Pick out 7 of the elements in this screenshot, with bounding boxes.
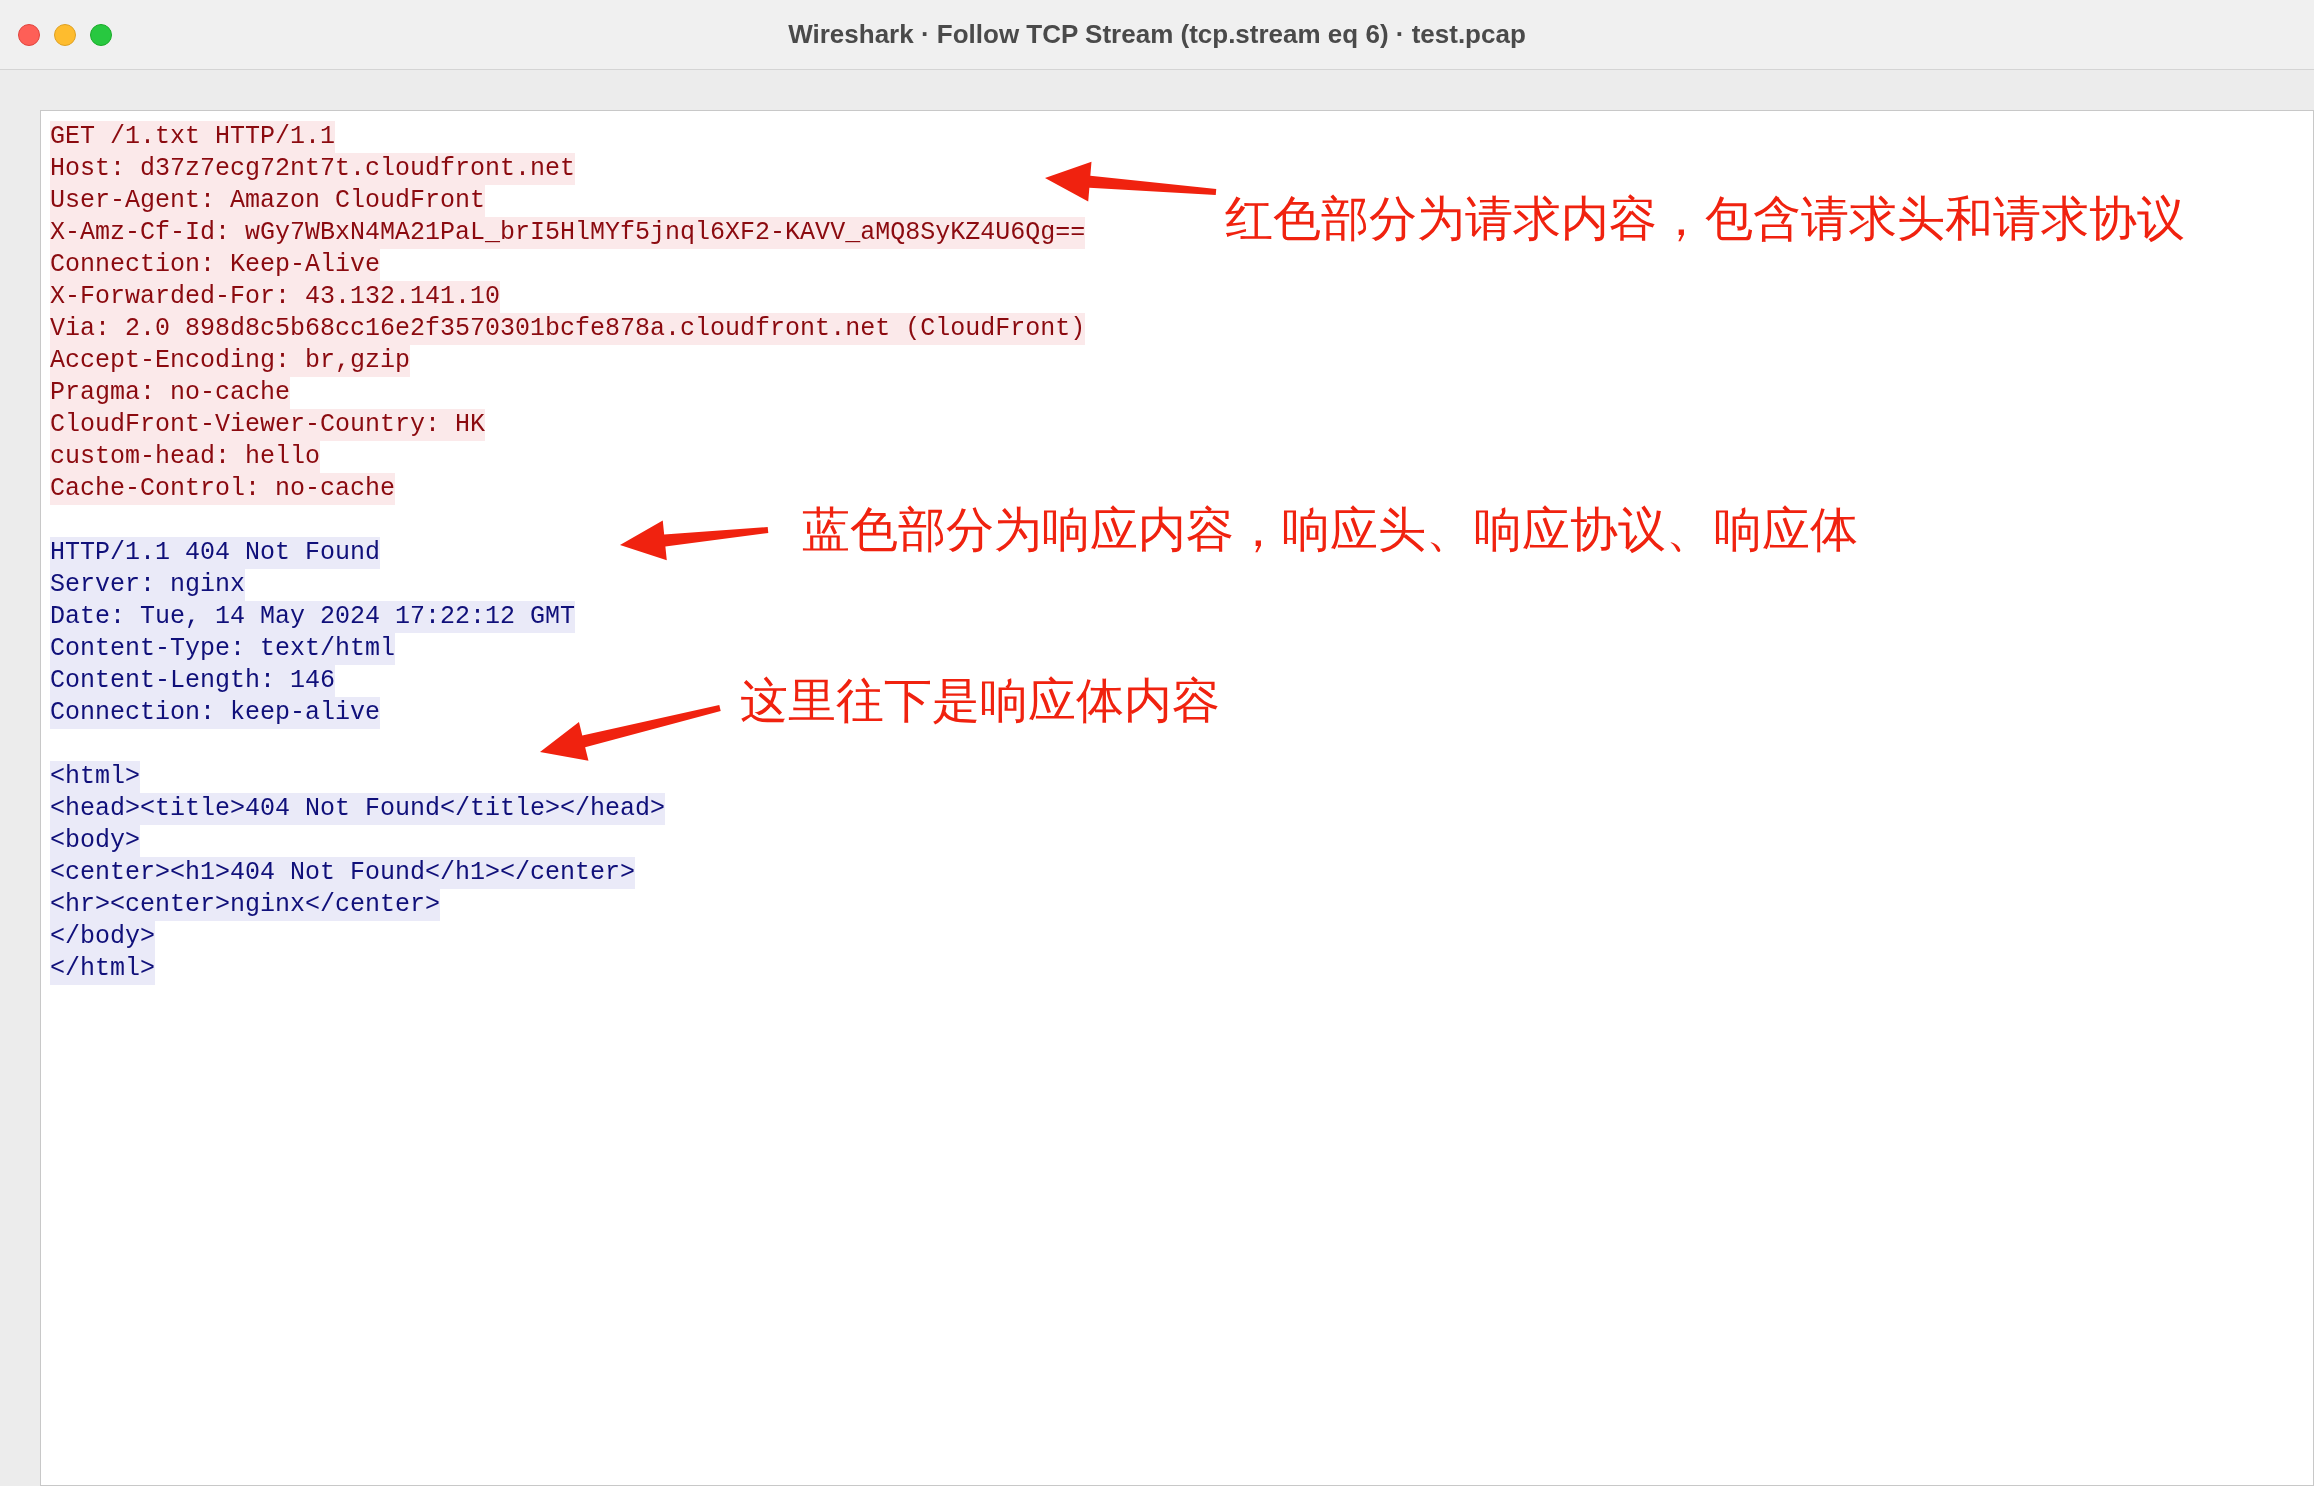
maximize-button[interactable] <box>90 23 112 46</box>
annotation-text: 蓝色部分为响应内容，响应头、响应协议、响应体 <box>802 500 1858 559</box>
annotation-text: 红色部分为请求内容，包含请求头和请求协议 <box>1225 189 2185 248</box>
minimize-button[interactable] <box>54 23 76 46</box>
annotation-text: 这里往下是响应体内容 <box>740 671 1220 730</box>
window-title: Wireshark · Follow TCP Stream (tcp.stream eq 6) · test.pcap <box>788 18 1526 51</box>
close-button[interactable] <box>18 23 40 46</box>
